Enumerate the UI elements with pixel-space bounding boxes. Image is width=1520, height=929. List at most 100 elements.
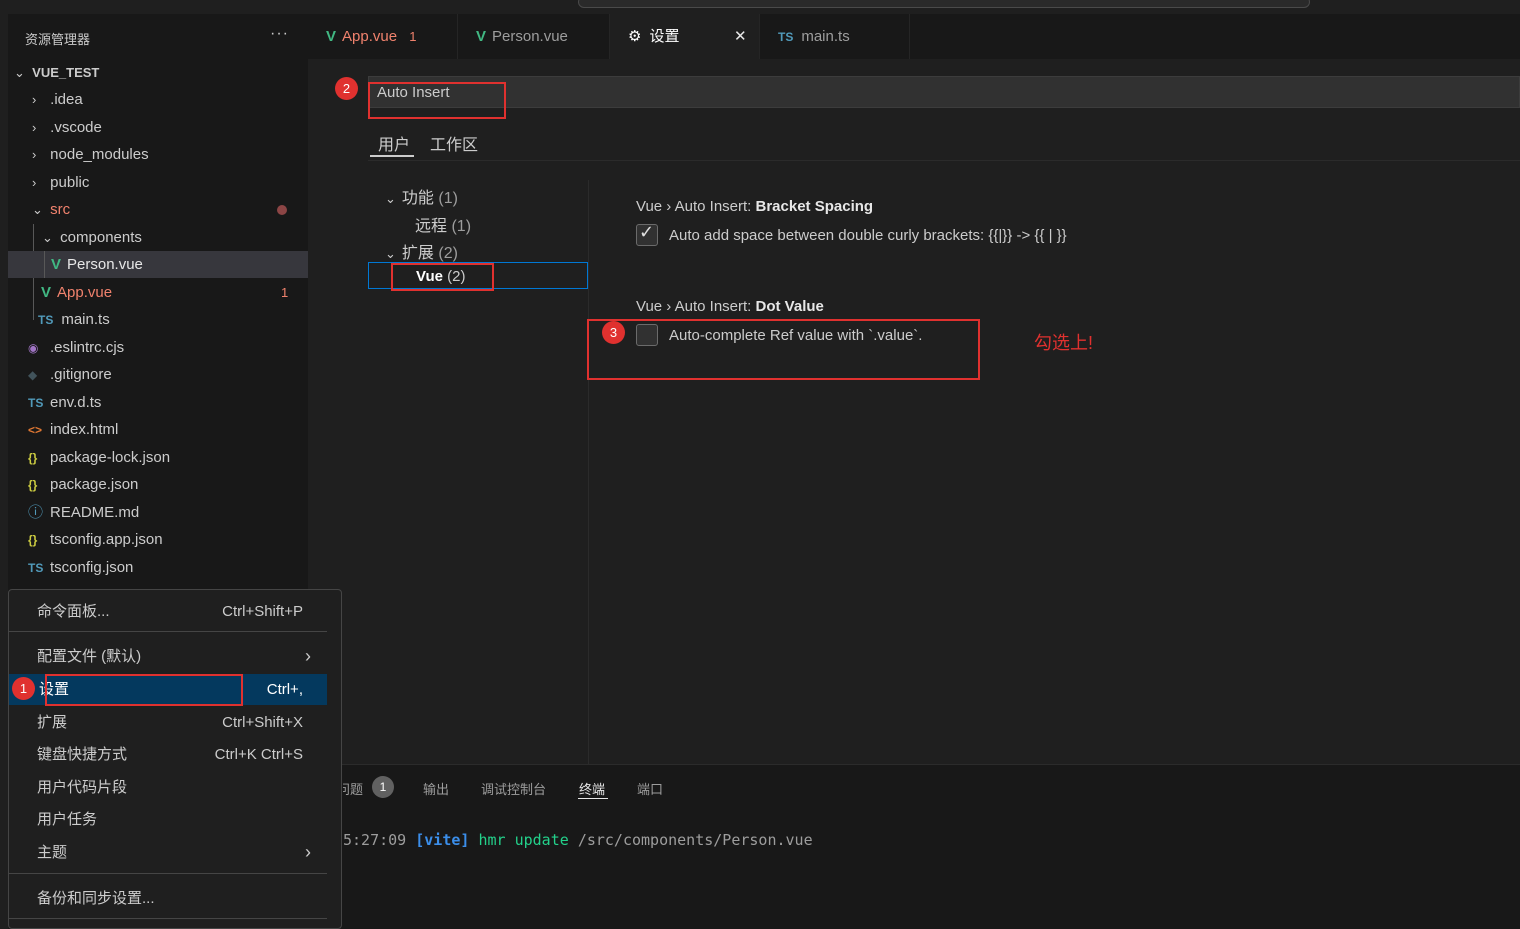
annotation-number-3: 3 [602, 321, 625, 344]
menu-item-keyboard-shortcuts[interactable]: 键盘快捷方式 Ctrl+K Ctrl+S [9, 739, 327, 770]
chevron-down-icon: ⌄ [14, 65, 25, 80]
annotation-number-2: 2 [335, 77, 358, 100]
tab-workspace-settings[interactable]: 工作区 [430, 131, 478, 155]
tree-item-tsconfig-app[interactable]: {} tsconfig.app.json [28, 526, 163, 553]
tree-item-gitignore[interactable]: ◆ .gitignore [28, 361, 112, 388]
git-file-icon: ◆ [28, 368, 38, 382]
menu-item-user-tasks[interactable]: 用户任务 [9, 804, 327, 835]
typescript-file-icon: TS [28, 396, 44, 410]
menu-separator [9, 873, 327, 874]
menu-item-shortcut: Ctrl+Shift+P [222, 603, 303, 620]
tab-label: App.vue [342, 28, 398, 45]
more-actions-icon[interactable]: ··· [270, 25, 289, 43]
toc-count: (2) [438, 245, 458, 262]
panel-tab-problems[interactable]: 问题 [343, 779, 363, 798]
tree-item-label: src [50, 201, 71, 218]
tree-item-components[interactable]: ⌄ components [42, 224, 142, 251]
panel-tab-ports[interactable]: 端口 [637, 779, 663, 798]
tree-item-env-d-ts[interactable]: TS env.d.ts [28, 389, 101, 416]
chevron-right-icon: › [32, 175, 37, 190]
settings-search-input[interactable] [368, 76, 1520, 108]
tree-item-index-html[interactable]: <> index.html [28, 416, 118, 443]
menu-item-backup-sync[interactable]: 备份和同步设置... [9, 883, 327, 914]
panel-tab-terminal[interactable]: 终端 [579, 779, 605, 798]
typescript-file-icon: TS [778, 30, 794, 44]
tab-settings[interactable]: ⚙ 设置 ✕ [610, 14, 760, 59]
menu-item-shortcut: Ctrl+K Ctrl+S [214, 746, 303, 763]
toc-label: 扩展 [401, 245, 434, 262]
chevron-down-icon: ⌄ [385, 191, 396, 206]
toc-label: 远程 [415, 218, 448, 235]
menu-item-command-palette[interactable]: 命令面板... Ctrl+Shift+P [9, 596, 327, 627]
tree-item-label: .gitignore [50, 366, 112, 383]
tree-item-main-ts[interactable]: TS main.ts [38, 306, 110, 333]
tree-item-src[interactable]: ⌄ src [32, 196, 70, 223]
menu-separator [9, 631, 327, 632]
annotation-note: 勾选上! [1034, 333, 1094, 353]
panel-tab-debug-console[interactable]: 调试控制台 [481, 779, 546, 798]
tree-item-label: index.html [50, 421, 119, 438]
tree-item-label: App.vue [57, 284, 113, 301]
menu-item-label: 备份和同步设置... [37, 890, 155, 907]
typescript-config-icon: TS [28, 561, 44, 575]
tree-item-public[interactable]: › public [32, 169, 89, 196]
menu-item-label: 命令面板... [37, 603, 110, 620]
check-icon: ✓ [639, 222, 655, 242]
setting-name: Dot Value [755, 298, 824, 315]
terminal-path: /src/components/Person.vue [577, 831, 813, 849]
toc-item-remote[interactable]: 远程 (1) [415, 212, 471, 236]
tree-item-label: env.d.ts [50, 394, 102, 411]
menu-item-themes[interactable]: 主题 › [9, 837, 327, 868]
tab-app-vue[interactable]: V App.vue 1 [308, 14, 458, 59]
tree-item-app-vue[interactable]: V App.vue [41, 279, 112, 306]
tree-item-node-modules[interactable]: › node_modules [32, 141, 149, 168]
menu-item-label: 主题 [37, 844, 68, 861]
close-icon[interactable]: ✕ [734, 14, 747, 59]
panel-tab-output[interactable]: 输出 [423, 779, 449, 798]
tab-user-settings[interactable]: 用户 [378, 131, 410, 155]
tree-item-eslintrc[interactable]: ◉ .eslintrc.cjs [28, 334, 124, 361]
chevron-right-icon: › [32, 120, 37, 135]
terminal-message: hmr update [478, 831, 569, 849]
annotation-number-1: 1 [12, 677, 35, 700]
project-root[interactable]: ⌄ VUE_TEST [14, 59, 99, 86]
chevron-down-icon: ⌄ [385, 246, 396, 261]
tree-item-label: node_modules [50, 146, 149, 163]
tree-item-package-lock[interactable]: {} package-lock.json [28, 444, 170, 471]
toc-divider [588, 180, 589, 764]
command-center[interactable] [578, 0, 1310, 8]
tab-person-vue[interactable]: V Person.vue [458, 14, 610, 59]
tree-item-label: .eslintrc.cjs [50, 339, 125, 356]
setting-dot-value-title: Vue › Auto Insert: Dot Value [636, 298, 824, 315]
info-file-icon: ⓘ [28, 504, 44, 521]
annotation-box-dot-value [587, 319, 980, 380]
tree-item-label: public [50, 174, 90, 191]
tree-item-label: Person.vue [67, 256, 143, 273]
html-file-icon: <> [28, 423, 43, 437]
tab-problem-badge: 1 [409, 29, 417, 44]
menu-item-profile[interactable]: 配置文件 (默认) › [9, 641, 327, 672]
chevron-down-icon: ⌄ [32, 202, 43, 217]
tree-item-label: tsconfig.json [50, 559, 134, 576]
tab-label: main.ts [801, 28, 850, 45]
tree-item-person-vue[interactable]: V Person.vue [51, 251, 143, 278]
tree-item-label: package-lock.json [50, 449, 171, 466]
json-file-icon: {} [28, 478, 38, 492]
annotation-box-settings [45, 674, 243, 706]
indent-guide [44, 251, 45, 278]
menu-item-user-snippets[interactable]: 用户代码片段 [9, 772, 327, 803]
chevron-right-icon: › [305, 646, 311, 666]
menu-item-extensions[interactable]: 扩展 Ctrl+Shift+X [9, 707, 327, 738]
tree-item-package-json[interactable]: {} package.json [28, 471, 138, 498]
menu-item-label: 键盘快捷方式 [37, 746, 128, 763]
terminal-output-line: 5:27:09 [vite] hmr update /src/component… [343, 831, 813, 849]
annotation-box-vue [391, 263, 494, 291]
tree-item-tsconfig[interactable]: TS tsconfig.json [28, 554, 133, 581]
tree-item-readme[interactable]: ⓘ README.md [28, 499, 139, 526]
terminal-tag: [vite] [415, 831, 470, 849]
tab-main-ts[interactable]: TS main.ts [760, 14, 910, 59]
tree-item-idea[interactable]: › .idea [32, 86, 83, 113]
toc-item-extensions[interactable]: ⌄ 扩展 (2) [385, 239, 458, 263]
toc-item-features[interactable]: ⌄ 功能 (1) [385, 184, 458, 208]
tree-item-vscode[interactable]: › .vscode [32, 114, 102, 141]
